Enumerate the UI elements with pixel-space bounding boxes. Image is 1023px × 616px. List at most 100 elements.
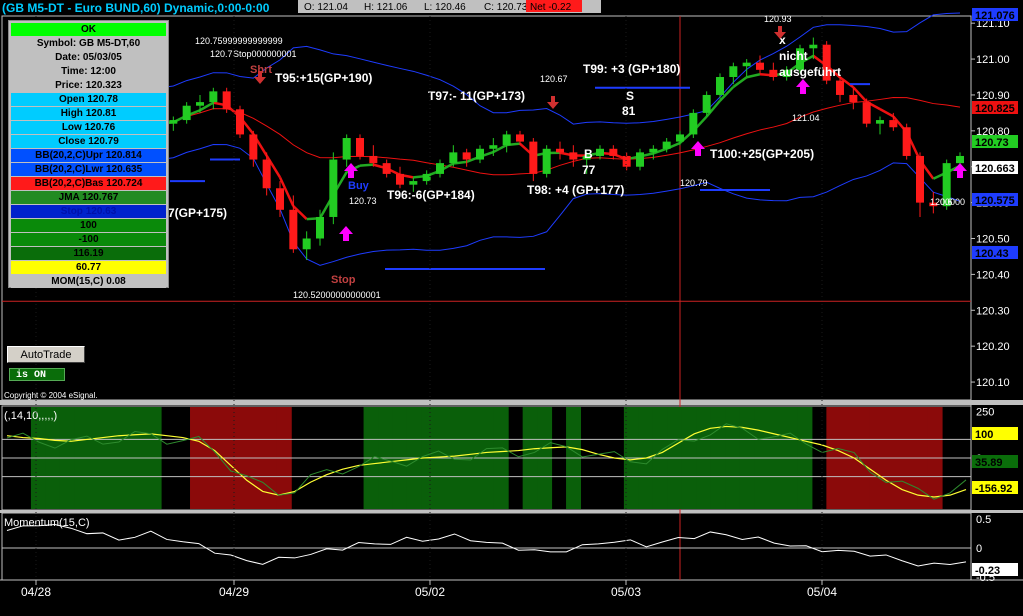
- candle-body: [356, 138, 364, 156]
- candle-body: [169, 120, 178, 124]
- net-change: Net -0.22: [530, 2, 572, 13]
- chart-annotation: 81: [622, 104, 636, 118]
- info-row: High 120.81: [11, 107, 166, 120]
- x-tick-label: 05/02: [415, 585, 445, 599]
- candle-body: [342, 138, 351, 160]
- candle-body: [916, 155, 924, 203]
- chart-annotation: T98: +4 (GP+177): [527, 183, 624, 197]
- candle-body: [436, 163, 444, 174]
- candle-body: [329, 159, 338, 217]
- chart-annotation: T100:+25(GP+205): [710, 147, 814, 161]
- chart-annotation: 120.67: [540, 74, 568, 84]
- chart-annotation: 120.79: [680, 178, 708, 188]
- chart-annotation: S: [626, 89, 634, 103]
- chart-annotation: 120.73: [349, 196, 377, 206]
- candle-body: [622, 155, 631, 167]
- candle-body: [956, 155, 964, 164]
- y-tick-label: 120.90: [976, 90, 1010, 102]
- x-tick-label: 05/03: [611, 585, 641, 599]
- chart-annotation: Buy: [348, 180, 370, 192]
- candle-body: [649, 148, 658, 153]
- info-row: Low 120.76: [11, 121, 166, 134]
- chart-annotation: T95:+15(GP+190): [275, 71, 372, 85]
- info-row: BB(20,2,C)Lwr 120.635: [11, 163, 166, 176]
- autotrade-status-badge: is ON: [9, 368, 65, 381]
- chart-annotation: T97:- 11(GP+173): [428, 89, 525, 103]
- candle-body: [542, 148, 551, 174]
- info-row: Symbol: GB M5-DT,60: [11, 37, 166, 50]
- chart-annotation: T99: +3 (GP+180): [583, 62, 680, 76]
- momentum-label: -0.23: [975, 565, 1000, 577]
- chart-annotation: nicht: [779, 49, 808, 63]
- ohlc-value: C: 120.73: [484, 2, 528, 13]
- momentum-title: Momentum(15,C): [4, 517, 90, 529]
- info-row: 100: [11, 219, 166, 232]
- chart-annotation: B: [584, 147, 593, 161]
- ohlc-value: H: 121.06: [364, 2, 408, 13]
- candle-body: [476, 148, 484, 160]
- chart-annotation: Stop000000001: [233, 49, 297, 59]
- x-tick-label: 05/04: [807, 585, 837, 599]
- y-tick-label: 120.10: [976, 377, 1010, 389]
- y-tick-label: 120.40: [976, 269, 1010, 281]
- candle-body: [196, 102, 204, 106]
- candle-body: [889, 120, 898, 128]
- candle-body: [262, 159, 271, 189]
- candle-body: [662, 141, 671, 149]
- candle-body: [462, 152, 471, 160]
- info-row: Time: 12:00: [11, 65, 166, 78]
- candle-body: [596, 148, 604, 156]
- candle-body: [742, 62, 751, 67]
- chart-annotation: T96:-6(GP+184): [387, 188, 475, 202]
- oscillator-label: -156.92: [975, 483, 1012, 495]
- candle-body: [276, 188, 284, 210]
- candle-body: [902, 127, 911, 156]
- price-label: 120.825: [975, 103, 1015, 115]
- candle-body: [302, 238, 311, 250]
- y-tick-label: 120.30: [976, 305, 1010, 317]
- chart-annotation: ausgeführt: [779, 65, 841, 79]
- copyright-text: Copyright © 2004 eSignal.: [4, 391, 98, 400]
- candle-body: [516, 134, 524, 142]
- price-label: 120.73: [975, 137, 1009, 149]
- candle-body: [756, 62, 764, 70]
- info-row: Stop 120.63: [11, 205, 166, 218]
- info-row: -100: [11, 233, 166, 246]
- info-row: Open 120.78: [11, 93, 166, 106]
- info-row: 60.77: [11, 261, 166, 274]
- autotrade-button[interactable]: AutoTrade: [7, 346, 85, 363]
- price-label: 120.43: [975, 248, 1009, 260]
- info-row: Price: 120.323: [11, 79, 166, 92]
- info-row: 116.19: [11, 247, 166, 260]
- candle-body: [316, 216, 324, 239]
- oscillator-label: 100: [975, 429, 993, 441]
- y-tick-label: 120.20: [976, 341, 1010, 353]
- info-row: JMA 120.767: [11, 191, 166, 204]
- candle-body: [556, 148, 564, 153]
- candle-body: [849, 94, 858, 103]
- info-row: OK: [11, 23, 166, 36]
- info-row: Close 120.79: [11, 135, 166, 148]
- candle-body: [716, 77, 724, 95]
- oscillator-tick: 250: [976, 407, 994, 419]
- candle-body: [502, 134, 511, 146]
- chart-annotation: 00000: [940, 197, 965, 207]
- oscillator-title: (,14,10,,,,,): [4, 410, 57, 422]
- info-row: BB(20,2,C)Upr 120.814: [11, 149, 166, 162]
- indicator-info-panel: OK Symbol: GB M5-DT,60 Date: 05/03/05 Time:…: [8, 20, 169, 288]
- candle-body: [182, 105, 191, 121]
- candle-body: [489, 145, 498, 149]
- candle-body: [689, 112, 698, 135]
- price-label: 121.076: [975, 10, 1015, 22]
- y-tick-label: 120.50: [976, 234, 1010, 246]
- y-tick-label: 121.00: [976, 54, 1010, 66]
- info-row: Date: 05/03/05: [11, 51, 166, 64]
- candle-body: [636, 152, 644, 167]
- candle-body: [876, 120, 884, 124]
- candle-body: [396, 173, 404, 185]
- ohlc-value: O: 121.04: [304, 2, 348, 13]
- chart-title: (GB M5-DT - Euro BUND,60) Dynamic,0:00-0…: [2, 1, 270, 15]
- candle-body: [409, 181, 418, 185]
- info-row: BB(20,2,C)Bas 120.724: [11, 177, 166, 190]
- chart-annotation: Stop: [331, 274, 356, 286]
